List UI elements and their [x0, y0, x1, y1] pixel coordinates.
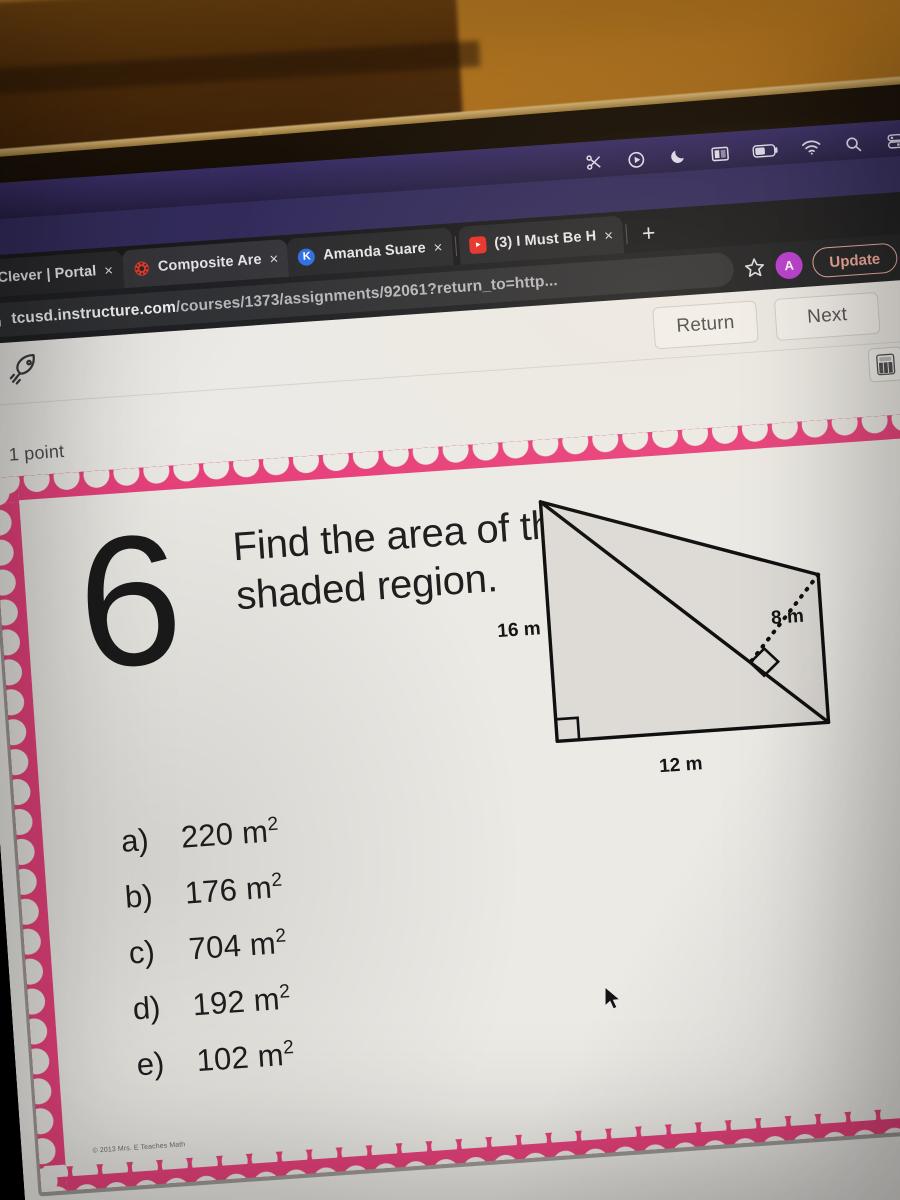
laptop-screen: Help C Clever | Portal ×	[0, 115, 900, 1200]
canvas-quiz-page: Return Next 1 point 6 Find the area of t…	[0, 275, 900, 1200]
figure-label-left-side: 16 m	[497, 618, 542, 642]
update-button[interactable]: Update	[811, 242, 899, 279]
option-value: 220 m2	[180, 813, 280, 856]
next-button[interactable]: Next	[773, 291, 881, 341]
option-exponent: 2	[270, 869, 284, 892]
webcam-indicator	[258, 130, 262, 134]
answer-option: c) 704 m2	[128, 925, 288, 972]
answer-option: d) 192 m2	[132, 981, 292, 1028]
scissors-icon[interactable]	[583, 152, 604, 173]
option-value: 704 m2	[188, 925, 288, 968]
answer-option: b) 176 m2	[124, 869, 284, 916]
option-letter: b)	[123, 877, 154, 915]
option-number: 220 m	[179, 813, 270, 855]
close-icon[interactable]: ×	[604, 227, 614, 245]
play-circle-icon[interactable]	[625, 149, 646, 170]
option-number: 176 m	[183, 869, 274, 911]
figure-label-bottom-side: 12 m	[658, 753, 703, 777]
close-icon[interactable]: ×	[269, 250, 279, 268]
lock-icon	[0, 312, 3, 328]
star-icon[interactable]	[743, 256, 766, 279]
option-exponent: 2	[278, 981, 291, 1003]
youtube-icon	[468, 235, 487, 254]
option-exponent: 2	[274, 925, 287, 948]
kami-icon: K	[297, 247, 316, 266]
control-center-icon[interactable]	[884, 131, 900, 152]
return-button[interactable]: Return	[652, 299, 759, 349]
option-letter: d)	[131, 989, 162, 1027]
photo-of-laptop-screen: Help C Clever | Portal ×	[0, 0, 900, 1200]
battery-icon[interactable]	[751, 139, 780, 161]
points-label: 1 point	[8, 440, 65, 465]
option-exponent: 2	[282, 1037, 295, 1059]
answer-option: a) 220 m2	[120, 813, 280, 860]
tab-title: (3) I Must Be H	[493, 228, 597, 252]
close-icon[interactable]: ×	[433, 239, 443, 257]
tab-divider	[625, 224, 628, 245]
option-number: 704 m	[187, 925, 277, 967]
worksheet-content: 6 Find the area of the shaded region. 16…	[19, 437, 900, 1167]
canvas-icon	[132, 259, 150, 277]
option-value: 192 m2	[191, 981, 291, 1024]
avatar[interactable]: A	[774, 250, 804, 280]
option-value: 176 m2	[184, 869, 284, 912]
question-number: 6	[71, 495, 189, 709]
answer-option: e) 102 m2	[136, 1036, 296, 1083]
worksheet-pink-border: 6 Find the area of the shaded region. 16…	[0, 411, 900, 1193]
option-letter: a)	[119, 822, 150, 859]
figure-label-height: 8 m	[770, 606, 804, 629]
option-letter: e)	[135, 1045, 166, 1083]
new-tab-button[interactable]: +	[641, 219, 656, 246]
tab-divider	[454, 236, 458, 257]
worksheet-image: 6 Find the area of the shaded region. 16…	[0, 411, 900, 1197]
search-icon[interactable]	[843, 133, 864, 154]
tab-title: Amanda Suare	[322, 240, 427, 264]
close-icon[interactable]: ×	[104, 262, 114, 280]
option-value: 102 m2	[195, 1036, 295, 1079]
option-exponent: 2	[266, 813, 280, 836]
tab-title: Composite Are	[157, 251, 263, 275]
screen-mirroring-icon[interactable]	[709, 143, 730, 164]
answer-options-list: a) 220 m2 b) 176 m2 c) 704 m2 d) 192 m2 …	[120, 813, 296, 1083]
url-host: tcusd.instructure.com	[10, 298, 177, 328]
worksheet-copyright: © 2013 Mrs. E Teaches Math	[92, 1141, 186, 1155]
option-number: 192 m	[191, 981, 281, 1023]
wifi-icon[interactable]	[801, 136, 822, 157]
geometry-figure: 16 m 12 m 8 m	[479, 459, 900, 817]
moon-icon[interactable]	[667, 146, 688, 167]
chrome-window: Help C Clever | Portal ×	[0, 151, 900, 1200]
tab-title: Clever | Portal	[0, 263, 97, 287]
option-number: 102 m	[195, 1037, 285, 1079]
option-letter: c)	[127, 933, 156, 971]
